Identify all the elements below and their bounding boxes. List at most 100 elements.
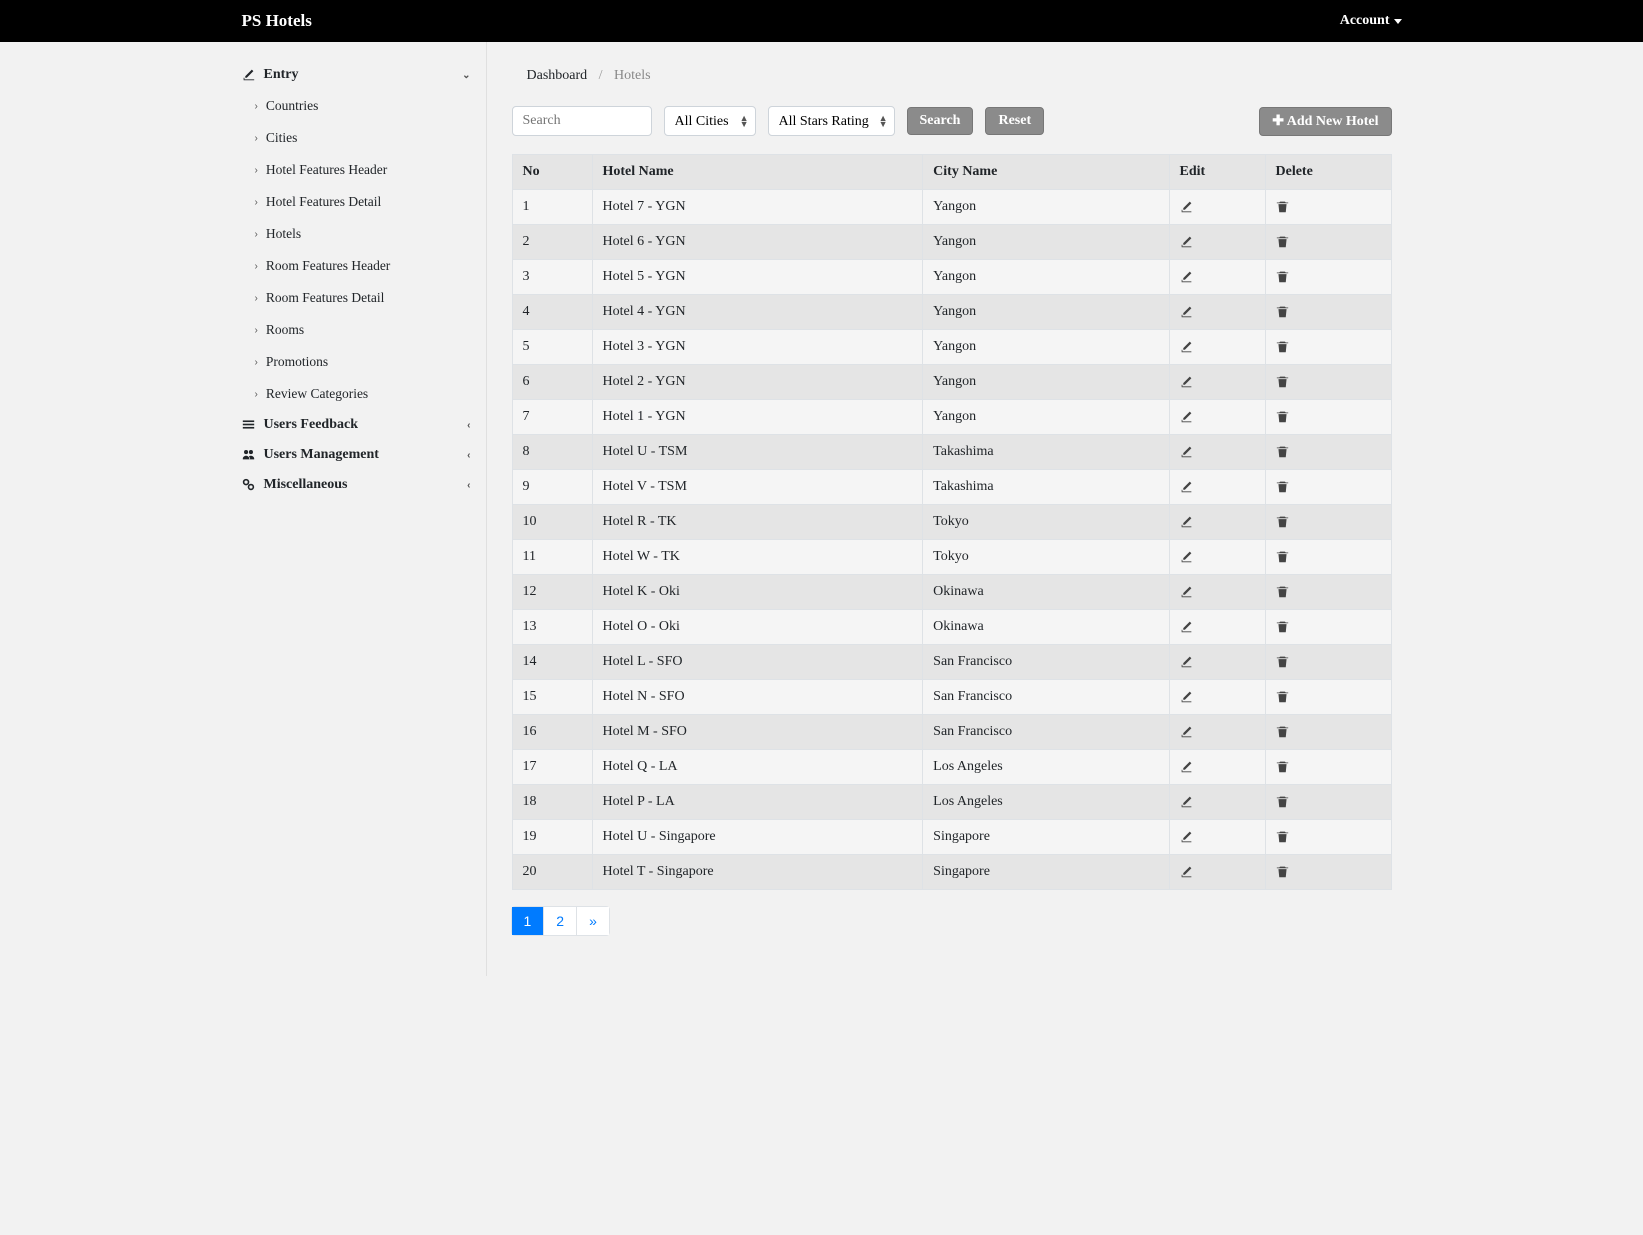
- chevron-right-icon: ›: [255, 325, 258, 336]
- sidebar-sub-item[interactable]: ›Rooms: [227, 314, 486, 346]
- sidebar-item-users-management[interactable]: Users Management ‹: [227, 440, 486, 470]
- cell-name: Hotel K - Oki: [592, 575, 923, 610]
- cell-city: Takashima: [923, 470, 1169, 505]
- page-item[interactable]: 2: [543, 906, 577, 936]
- chevron-left-icon: ‹: [467, 450, 470, 461]
- trash-icon[interactable]: [1276, 304, 1289, 319]
- edit-icon[interactable]: [1180, 374, 1193, 389]
- trash-icon[interactable]: [1276, 759, 1289, 774]
- cell-delete: [1265, 295, 1391, 330]
- cell-city: Tokyo: [923, 540, 1169, 575]
- cell-delete: [1265, 400, 1391, 435]
- edit-icon[interactable]: [1180, 199, 1193, 214]
- sidebar-sub-label: Hotels: [266, 226, 301, 242]
- trash-icon[interactable]: [1276, 339, 1289, 354]
- table-row: 6Hotel 2 - YGNYangon: [512, 365, 1391, 400]
- sidebar-sub-item[interactable]: ›Review Categories: [227, 378, 486, 410]
- edit-icon[interactable]: [1180, 549, 1193, 564]
- page-next-link[interactable]: »: [577, 907, 609, 935]
- cell-name: Hotel 2 - YGN: [592, 365, 923, 400]
- trash-icon[interactable]: [1276, 689, 1289, 704]
- table-row: 17Hotel Q - LALos Angeles: [512, 750, 1391, 785]
- trash-icon[interactable]: [1276, 864, 1289, 879]
- edit-icon[interactable]: [1180, 584, 1193, 599]
- cell-name: Hotel 7 - YGN: [592, 190, 923, 225]
- sidebar-sub-item[interactable]: ›Countries: [227, 90, 486, 122]
- edit-icon[interactable]: [1180, 444, 1193, 459]
- cell-city: Yangon: [923, 330, 1169, 365]
- cell-delete: [1265, 820, 1391, 855]
- sidebar-sub-item[interactable]: ›Room Features Header: [227, 250, 486, 282]
- sidebar-sub-item[interactable]: ›Hotels: [227, 218, 486, 250]
- edit-icon[interactable]: [1180, 339, 1193, 354]
- cell-no: 15: [512, 680, 592, 715]
- brand[interactable]: PS Hotels: [242, 11, 312, 31]
- edit-icon[interactable]: [1180, 724, 1193, 739]
- edit-icon[interactable]: [1180, 829, 1193, 844]
- cell-no: 13: [512, 610, 592, 645]
- trash-icon[interactable]: [1276, 514, 1289, 529]
- cell-edit: [1169, 365, 1265, 400]
- trash-icon[interactable]: [1276, 374, 1289, 389]
- table-row: 20Hotel T - SingaporeSingapore: [512, 855, 1391, 890]
- chevron-right-icon: ›: [255, 293, 258, 304]
- trash-icon[interactable]: [1276, 199, 1289, 214]
- trash-icon[interactable]: [1276, 724, 1289, 739]
- trash-icon[interactable]: [1276, 829, 1289, 844]
- edit-icon[interactable]: [1180, 619, 1193, 634]
- edit-icon[interactable]: [1180, 514, 1193, 529]
- sidebar-item-entry[interactable]: Entry ⌄: [227, 60, 486, 90]
- cell-city: Yangon: [923, 225, 1169, 260]
- page-item[interactable]: 1: [511, 906, 545, 936]
- account-dropdown[interactable]: Account: [1340, 13, 1402, 29]
- search-button[interactable]: Search: [907, 107, 974, 135]
- stars-select[interactable]: All Stars Rating: [768, 106, 895, 136]
- edit-icon[interactable]: [1180, 689, 1193, 704]
- cell-name: Hotel L - SFO: [592, 645, 923, 680]
- users-icon: [242, 447, 256, 463]
- navbar: PS Hotels Account: [0, 0, 1643, 42]
- cell-city: Okinawa: [923, 610, 1169, 645]
- table-row: 5Hotel 3 - YGNYangon: [512, 330, 1391, 365]
- page-next[interactable]: »: [576, 906, 610, 936]
- cell-name: Hotel 5 - YGN: [592, 260, 923, 295]
- page-link[interactable]: 2: [544, 907, 576, 935]
- sidebar-item-miscellaneous[interactable]: Miscellaneous ‹: [227, 470, 486, 500]
- trash-icon[interactable]: [1276, 234, 1289, 249]
- search-input[interactable]: [512, 106, 652, 136]
- sidebar-sub-item[interactable]: ›Room Features Detail: [227, 282, 486, 314]
- trash-icon[interactable]: [1276, 794, 1289, 809]
- edit-icon[interactable]: [1180, 759, 1193, 774]
- add-hotel-button[interactable]: ✚ Add New Hotel: [1259, 107, 1391, 136]
- edit-icon[interactable]: [1180, 794, 1193, 809]
- cell-edit: [1169, 645, 1265, 680]
- trash-icon[interactable]: [1276, 619, 1289, 634]
- trash-icon[interactable]: [1276, 584, 1289, 599]
- cell-no: 20: [512, 855, 592, 890]
- edit-icon[interactable]: [1180, 479, 1193, 494]
- trash-icon[interactable]: [1276, 479, 1289, 494]
- sidebar-item-users-feedback[interactable]: Users Feedback ‹: [227, 410, 486, 440]
- trash-icon[interactable]: [1276, 409, 1289, 424]
- edit-icon[interactable]: [1180, 304, 1193, 319]
- edit-icon[interactable]: [1180, 864, 1193, 879]
- sidebar-sub-item[interactable]: ›Promotions: [227, 346, 486, 378]
- trash-icon[interactable]: [1276, 269, 1289, 284]
- breadcrumb-dashboard[interactable]: Dashboard: [527, 68, 588, 83]
- trash-icon[interactable]: [1276, 654, 1289, 669]
- table-row: 16Hotel M - SFOSan Francisco: [512, 715, 1391, 750]
- list-icon: [242, 417, 256, 433]
- sidebar-sub-item[interactable]: ›Hotel Features Header: [227, 154, 486, 186]
- sidebar-sub-item[interactable]: ›Cities: [227, 122, 486, 154]
- edit-icon[interactable]: [1180, 409, 1193, 424]
- trash-icon[interactable]: [1276, 444, 1289, 459]
- sidebar-sub-item[interactable]: ›Hotel Features Detail: [227, 186, 486, 218]
- reset-button[interactable]: Reset: [985, 107, 1044, 135]
- edit-icon[interactable]: [1180, 654, 1193, 669]
- edit-icon[interactable]: [1180, 269, 1193, 284]
- trash-icon[interactable]: [1276, 549, 1289, 564]
- edit-icon[interactable]: [1180, 234, 1193, 249]
- page-link[interactable]: 1: [512, 907, 544, 935]
- city-select[interactable]: All Cities: [664, 106, 756, 136]
- chevron-right-icon: ›: [255, 197, 258, 208]
